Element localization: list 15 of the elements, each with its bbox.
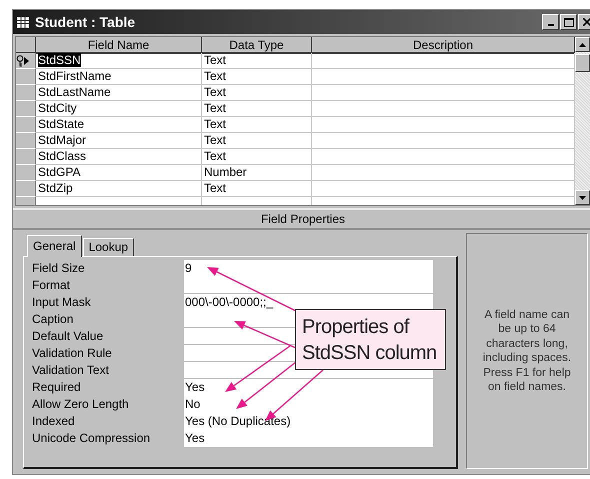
property-label: Format bbox=[32, 277, 72, 294]
property-label: Default Value bbox=[32, 328, 104, 345]
property-label: Validation Rule bbox=[32, 345, 113, 362]
property-label: Allow Zero Length bbox=[32, 396, 130, 413]
property-label: Validation Text bbox=[32, 362, 110, 379]
property-label: Field Size bbox=[32, 260, 86, 277]
section-title: Field Properties bbox=[13, 208, 590, 230]
callout-tooltip: Properties of StdSSN column bbox=[295, 309, 446, 370]
property-label: Required bbox=[32, 379, 82, 396]
property-label: Caption bbox=[32, 311, 74, 328]
window-title: Student : Table bbox=[35, 14, 136, 30]
property-label: Unicode Compression bbox=[32, 430, 152, 447]
help-text: A field name can be up to 64 characters long, including spaces. Press F1 for help on field names. bbox=[482, 308, 572, 394]
property-label: Indexed bbox=[32, 413, 76, 430]
property-label: Input Mask bbox=[32, 294, 92, 311]
